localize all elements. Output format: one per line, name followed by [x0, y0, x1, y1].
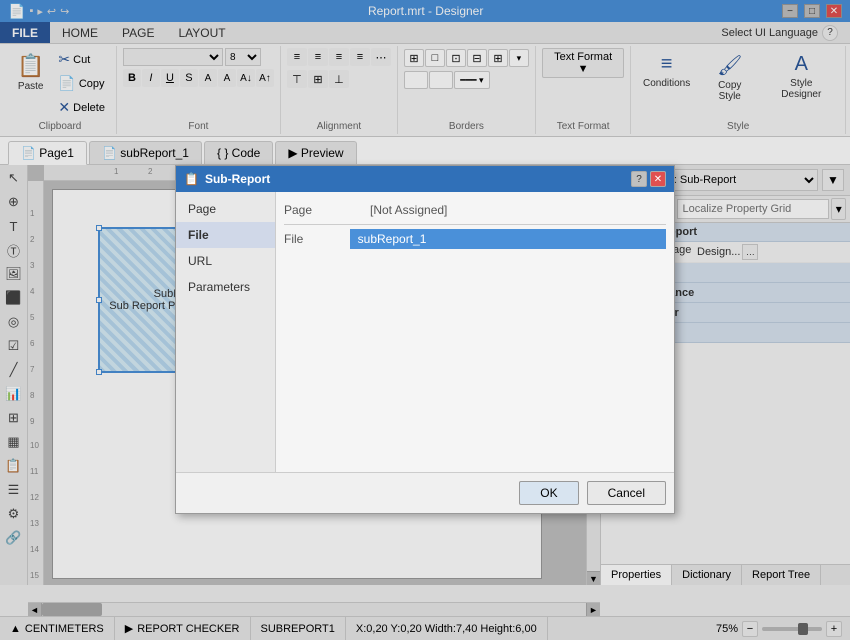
dialog-file-row: File subReport_1	[284, 229, 666, 249]
dialog-page-value: [Not Assigned]	[364, 200, 453, 220]
dialog-overlay: 📋 Sub-Report ? ✕ Page File URL Parameter…	[0, 0, 850, 640]
dialog-nav-page[interactable]: Page	[176, 196, 275, 222]
dialog-divider	[284, 224, 666, 225]
dialog-content: Page [Not Assigned] File subReport_1	[276, 192, 674, 472]
dialog-file-label: File	[284, 232, 350, 246]
dialog-page-label: Page	[284, 203, 364, 217]
dialog-nav-file[interactable]: File	[176, 222, 275, 248]
dialog-nav: Page File URL Parameters	[176, 192, 276, 472]
dialog-titlebar: 📋 Sub-Report ? ✕	[176, 166, 674, 192]
dialog-footer: OK Cancel	[176, 472, 674, 513]
dialog-help-button[interactable]: ?	[631, 171, 647, 187]
dialog-page-row: Page [Not Assigned]	[284, 200, 666, 220]
dialog-title: 📋 Sub-Report	[184, 172, 270, 186]
dialog-icon: 📋	[184, 172, 199, 186]
dialog-file-value[interactable]: subReport_1	[350, 229, 666, 249]
dialog-body: Page File URL Parameters Page [Not Assig…	[176, 192, 674, 472]
dialog-cancel-button[interactable]: Cancel	[587, 481, 666, 505]
dialog-nav-url[interactable]: URL	[176, 248, 275, 274]
dialog-close-button[interactable]: ✕	[650, 171, 666, 187]
dialog-nav-parameters[interactable]: Parameters	[176, 274, 275, 300]
dialog-title-buttons: ? ✕	[631, 171, 666, 187]
dialog-title-text: Sub-Report	[205, 172, 270, 186]
subreport-dialog: 📋 Sub-Report ? ✕ Page File URL Parameter…	[175, 165, 675, 514]
dialog-ok-button[interactable]: OK	[519, 481, 578, 505]
